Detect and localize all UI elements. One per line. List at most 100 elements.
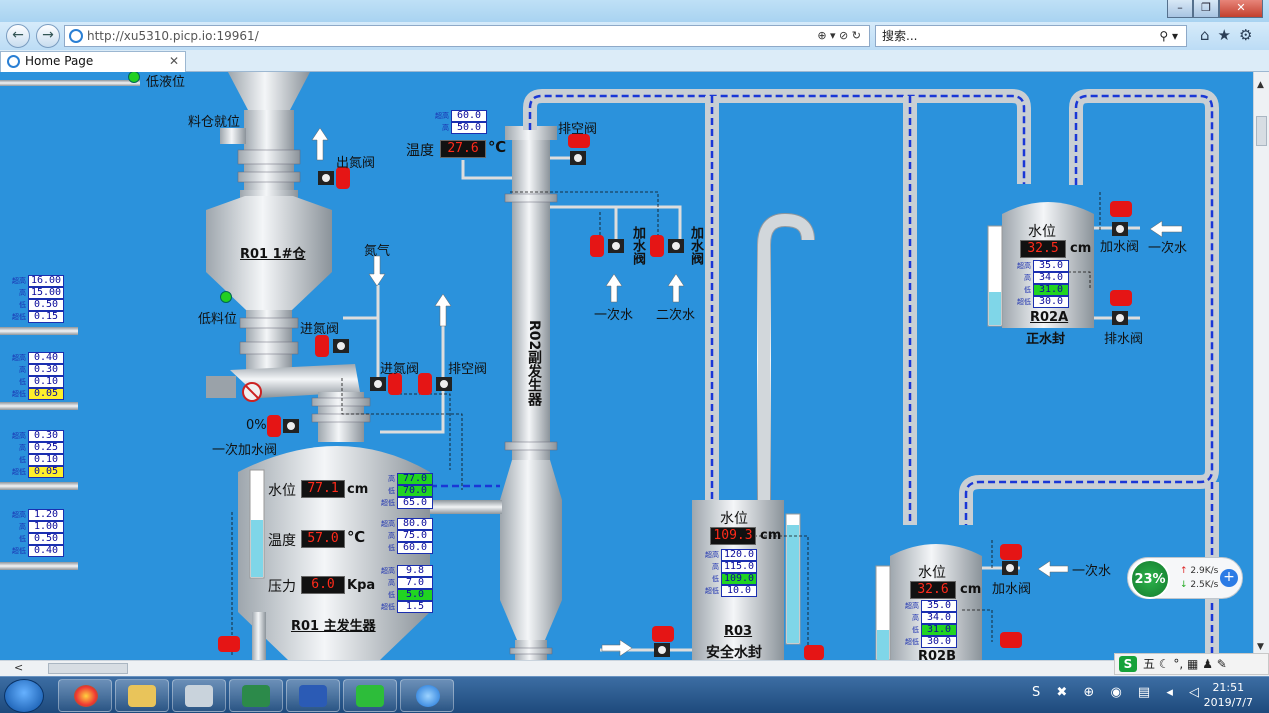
setpoint-value[interactable]: 0.40 [28,352,64,364]
ime-mode[interactable]: 五 [1143,657,1155,671]
r03-subname: 安全水封 [706,645,762,660]
setpoint-value[interactable]: 0.10 [28,376,64,388]
setpoint-value[interactable]: 35.0 [921,600,957,612]
minimize-button[interactable]: – [1167,0,1193,18]
vertical-scrollbar[interactable]: ▲ ▼ [1253,72,1269,660]
setpoint-value[interactable]: 77.0 [397,473,433,485]
setpoint-value[interactable]: 1.20 [28,509,64,521]
nitrogen-in-valve-label-2: 进氮阀 [380,362,420,377]
setpoint-value[interactable]: 0.30 [28,430,64,442]
setpoint-value[interactable]: 34.0 [921,612,957,624]
main-press-value: 6.0 [301,576,345,594]
main-temp-unit: ℃ [347,528,366,546]
scroll-up-icon[interactable]: ▲ [1257,80,1264,90]
r03-water-value: 109.3 [710,527,756,545]
r02b-add-valve-label: 加水阀 [992,582,1032,597]
start-button[interactable] [4,679,44,713]
taskbar-word[interactable] [286,679,340,712]
taskbar-chrome[interactable] [58,679,112,712]
r02b-water-unit: cm [960,582,982,597]
main-water-label: 水位 [268,483,296,499]
setpoint-value[interactable]: 120.0 [721,549,757,561]
taskbar-calculator[interactable] [172,679,226,712]
setpoints-left-4: 超高 1.20 高 1.00 低 0.50 超低 0.40 [9,509,64,557]
main-press-label: 压力 [268,579,296,595]
search-icon[interactable]: ⚲ ▾ [1159,26,1178,46]
horizontal-scrollbar[interactable]: < [0,660,1269,676]
ime-toolbar[interactable]: S 五 ☾ °, ▦ ♟ ✎ [1114,653,1269,675]
taskbar-ie[interactable] [400,679,454,712]
setpoint-value[interactable]: 1.5 [397,601,433,613]
taskbar-wechat[interactable] [343,679,397,712]
r02b-name: R02B [918,649,957,660]
low-material-label: 低料位 [198,312,238,327]
r03-water-unit: cm [760,528,782,543]
scroll-down-icon[interactable]: ▼ [1257,642,1264,652]
system-tray-icons[interactable]: S ✖ ⊕ ◉ ▤ ◂ ◁ [1032,685,1205,700]
setpoint-value[interactable]: 60.0 [397,542,433,554]
setpoint-value[interactable]: 16.00 [28,275,64,287]
setpoint-value[interactable]: 0.40 [28,545,64,557]
setpoint-value-alarm[interactable]: 0.05 [28,466,64,478]
setpoint-value[interactable]: 75.0 [397,530,433,542]
setpoint-value[interactable]: 9.8 [397,565,433,577]
main-temp-value: 57.0 [301,530,345,548]
setpoint-value[interactable]: 0.10 [28,454,64,466]
setpoints-top-temp: 超高 60.0 高 50.0 [432,110,487,134]
setpoint-value[interactable]: 31.0 [921,624,957,636]
forward-button[interactable]: → [36,24,60,48]
back-button[interactable]: ← [6,24,30,48]
tab-bar: Home Page ✕ [0,50,1269,72]
vertical-scroll-thumb[interactable] [1256,116,1267,146]
tab-home-page[interactable]: Home Page ✕ [0,51,186,72]
download-speed: ↓ 2.5K/s [1180,580,1219,590]
setpoint-value[interactable]: 65.0 [397,497,433,509]
setpoint-value[interactable]: 60.0 [451,110,487,122]
setpoint-value[interactable]: 30.0 [1033,296,1069,308]
network-speed-widget[interactable]: 23% ↑ 2.9K/s ↓ 2.5K/s + [1127,557,1243,599]
setpoint-value[interactable]: 70.0 [397,485,433,497]
setpoint-value[interactable]: 30.0 [921,636,957,648]
address-bar[interactable]: http://xu5310.picp.io:19961/ ⊕ ▾ ⊘ ↻ [64,25,870,47]
setpoint-value[interactable]: 7.0 [397,577,433,589]
setpoint-value[interactable]: 15.00 [28,287,64,299]
setpoint-value[interactable]: 34.0 [1033,272,1069,284]
tab-close-icon[interactable]: ✕ [169,52,179,71]
r02a-water-label: 水位 [1028,224,1056,240]
taskbar-explorer[interactable] [115,679,169,712]
setpoints-left-2: 超高 0.40 高 0.30 低 0.10 超低 0.05 [9,352,64,400]
taskbar-a-app[interactable] [229,679,283,712]
setpoint-value[interactable]: 10.0 [721,585,757,597]
setpoint-value-alarm[interactable]: 0.05 [28,388,64,400]
toolbar-icons[interactable]: ⌂★⚙ [1200,26,1260,44]
nitrogen-in-valve-label-1: 进氮阀 [300,322,340,337]
setpoints-main-water: 高 77.0 低 70.0 超低 65.0 [378,473,433,509]
r02a-water-unit: cm [1070,241,1092,256]
setpoint-value[interactable]: 5.0 [397,589,433,601]
setpoint-value[interactable]: 31.0 [1033,284,1069,296]
r02a-add-valve-label: 加水阀 [1100,240,1140,255]
close-button[interactable]: ✕ [1219,0,1263,18]
setpoint-value[interactable]: 35.0 [1033,260,1069,272]
setpoint-value[interactable]: 0.25 [28,442,64,454]
setpoint-value[interactable]: 109.0 [721,573,757,585]
setpoint-value[interactable]: 0.50 [28,533,64,545]
accelerate-plus-icon[interactable]: + [1220,569,1238,587]
clock[interactable]: 21:51 2019/7/7 [1204,680,1253,710]
search-input[interactable]: 搜索... ⚲ ▾ [875,25,1187,47]
scroll-left-icon[interactable]: < [14,661,23,674]
setpoint-value[interactable]: 0.15 [28,311,64,323]
setpoint-value[interactable]: 0.30 [28,364,64,376]
setpoint-value[interactable]: 80.0 [397,518,433,530]
setpoint-value[interactable]: 115.0 [721,561,757,573]
main-press-unit: Kpa [347,578,376,593]
address-tools-icon[interactable]: ⊕ ▾ ⊘ ↻ [817,26,861,46]
horizontal-scroll-thumb[interactable] [48,663,128,674]
ime-tools-icon[interactable]: ☾ °, ▦ ♟ ✎ [1159,657,1227,671]
setpoint-value[interactable]: 50.0 [451,122,487,134]
setpoint-value[interactable]: 0.50 [28,299,64,311]
setpoint-value[interactable]: 1.00 [28,521,64,533]
sogou-icon[interactable]: S [1119,656,1137,672]
window-titlebar: – ❐ ✕ [0,0,1269,22]
maximize-button[interactable]: ❐ [1193,0,1219,18]
